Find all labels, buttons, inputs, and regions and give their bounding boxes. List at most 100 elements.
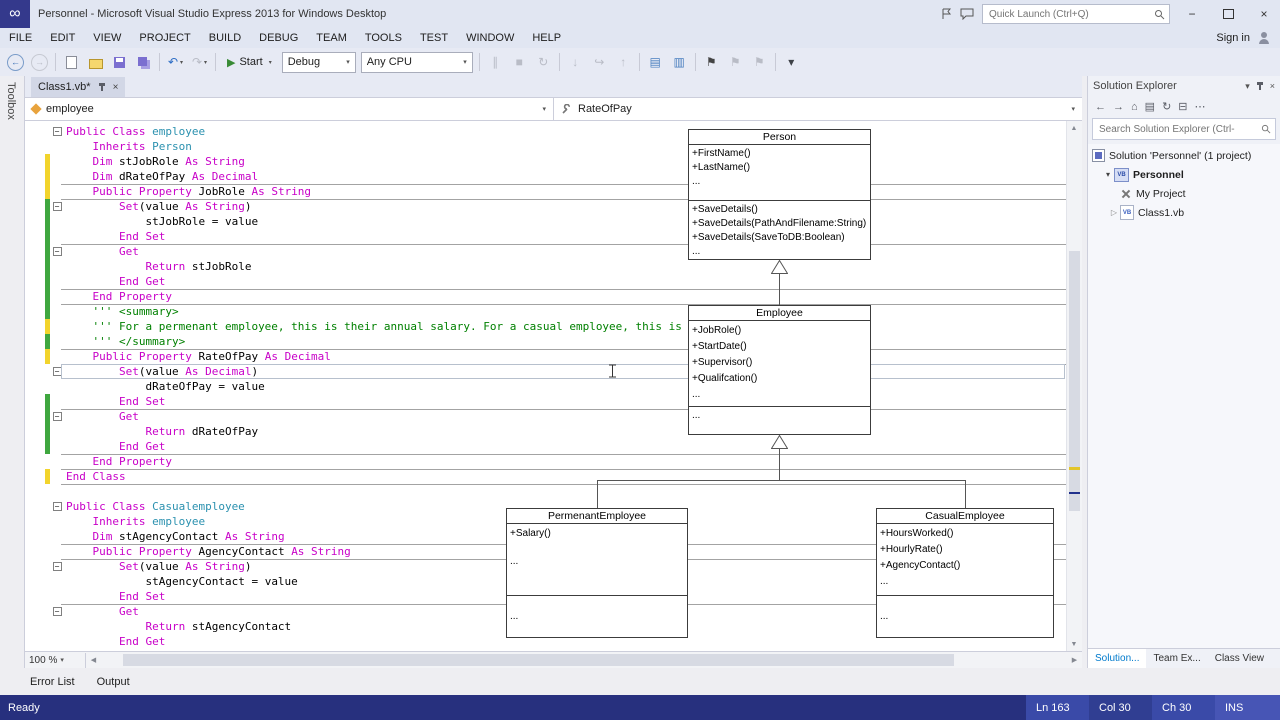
collapse-icon[interactable]: − (52, 367, 62, 376)
fold-margin[interactable] (50, 214, 64, 229)
fold-margin[interactable] (50, 169, 64, 184)
breakpoint-margin[interactable] (25, 124, 45, 139)
menu-tools[interactable]: TOOLS (356, 32, 411, 44)
hscrollbar-thumb[interactable] (123, 654, 954, 666)
vertical-scrollbar[interactable]: ▲ ▼ (1066, 121, 1082, 651)
fold-margin[interactable] (50, 289, 64, 304)
menu-project[interactable]: PROJECT (130, 32, 199, 44)
fold-margin[interactable] (50, 454, 64, 469)
user-account-icon[interactable] (1258, 32, 1270, 44)
fold-margin[interactable] (50, 304, 64, 319)
code-line[interactable]: ''' <summary> (25, 304, 1066, 319)
breakpoint-margin[interactable] (25, 334, 45, 349)
fold-margin[interactable]: − (50, 364, 64, 379)
collapse-icon[interactable]: − (52, 607, 62, 616)
fold-margin[interactable]: − (50, 244, 64, 259)
feedback-icon[interactable] (960, 8, 974, 20)
code-line[interactable]: ''' </summary> (25, 334, 1066, 349)
tree-item-personnel[interactable]: ▾ VB Personnel (1088, 165, 1280, 184)
fold-margin[interactable] (50, 469, 64, 484)
fold-margin[interactable] (50, 439, 64, 454)
nav-back-button[interactable]: ← (4, 51, 27, 73)
code-line[interactable]: Return stAgencyContact (25, 619, 1066, 634)
expanded-icon[interactable]: ▾ (1102, 170, 1114, 179)
notifications-flag-icon[interactable] (940, 8, 952, 20)
breakpoint-margin[interactable] (25, 589, 45, 604)
fold-margin[interactable]: − (50, 499, 64, 514)
code-line[interactable]: Dim stJobRole As String (25, 154, 1066, 169)
horizontal-scrollbar[interactable]: 100 % ▾ ◀ ▶ (25, 651, 1082, 668)
code-line[interactable]: − Set(value As Decimal) (25, 364, 1066, 379)
toolbar-overflow-button[interactable]: ▾ (780, 51, 803, 73)
close-button[interactable]: × (1250, 3, 1278, 25)
code-line[interactable]: − Public Class Casualemployee (25, 499, 1066, 514)
breakpoint-margin[interactable] (25, 259, 45, 274)
pin-icon[interactable] (1255, 81, 1265, 91)
quick-launch-input[interactable] (987, 7, 1154, 21)
breakpoint-margin[interactable] (25, 619, 45, 634)
collapse-icon[interactable]: − (52, 127, 62, 136)
se-scope-icon[interactable]: ▤ (1145, 100, 1155, 113)
bookmark-button[interactable]: ⚑ (700, 51, 723, 73)
sign-in-link[interactable]: Sign in (1216, 32, 1250, 44)
code-line[interactable]: − Public Class employee (25, 124, 1066, 139)
fold-margin[interactable] (50, 619, 64, 634)
code-line[interactable]: End Set (25, 394, 1066, 409)
fold-margin[interactable] (50, 139, 64, 154)
scroll-up-icon[interactable]: ▲ (1067, 121, 1081, 135)
code-line[interactable]: End Property (25, 454, 1066, 469)
breakpoint-margin[interactable] (25, 559, 45, 574)
menu-help[interactable]: HELP (523, 32, 570, 44)
scroll-right-icon[interactable]: ▶ (1067, 656, 1082, 664)
breakpoint-margin[interactable] (25, 244, 45, 259)
fold-margin[interactable] (50, 229, 64, 244)
breakpoint-margin[interactable] (25, 139, 45, 154)
breakpoint-margin[interactable] (25, 469, 45, 484)
new-file-button[interactable] (60, 51, 83, 73)
save-button[interactable] (108, 51, 131, 73)
code-line[interactable]: End Property (25, 649, 1066, 651)
breakpoint-margin[interactable] (25, 349, 45, 364)
hscroll-track[interactable] (101, 652, 1067, 668)
maximize-button[interactable] (1214, 3, 1242, 25)
fold-margin[interactable] (50, 259, 64, 274)
breakpoint-margin[interactable] (25, 634, 45, 649)
breakpoint-margin[interactable] (25, 409, 45, 424)
fold-margin[interactable] (50, 154, 64, 169)
code-line[interactable]: ''' For a permenant employee, this is th… (25, 319, 1066, 334)
breakpoint-margin[interactable] (25, 214, 45, 229)
breakpoint-margin[interactable] (25, 379, 45, 394)
fold-margin[interactable]: − (50, 604, 64, 619)
breakpoint-margin[interactable] (25, 274, 45, 289)
menu-window[interactable]: WINDOW (457, 32, 523, 44)
breakpoint-margin[interactable] (25, 184, 45, 199)
se-tab-0[interactable]: Solution... (1088, 649, 1147, 668)
tab-close-icon[interactable]: × (113, 82, 119, 93)
code-line[interactable]: − Get (25, 409, 1066, 424)
breakpoint-margin[interactable] (25, 604, 45, 619)
menu-build[interactable]: BUILD (200, 32, 250, 44)
code-line[interactable]: End Property (25, 289, 1066, 304)
solution-search-box[interactable] (1092, 118, 1276, 140)
undo-button[interactable]: ↶ ▾ (164, 51, 187, 73)
code-line[interactable]: End Get (25, 634, 1066, 649)
code-line[interactable]: End Get (25, 439, 1066, 454)
code-line[interactable]: Dim stAgencyContact As String (25, 529, 1066, 544)
tab-class1[interactable]: Class1.vb* × (31, 77, 126, 97)
find-in-files-button[interactable]: ▤ (644, 51, 667, 73)
code-line[interactable]: Inherits employee (25, 514, 1066, 529)
scroll-left-icon[interactable]: ◀ (86, 656, 101, 664)
fold-margin[interactable]: − (50, 124, 64, 139)
breakpoint-margin[interactable] (25, 574, 45, 589)
solution-configurations-button[interactable]: ▥ (668, 51, 691, 73)
fold-margin[interactable]: − (50, 199, 64, 214)
fold-margin[interactable] (50, 334, 64, 349)
code-line[interactable]: Public Property AgencyContact As String (25, 544, 1066, 559)
menu-test[interactable]: TEST (411, 32, 457, 44)
code-line[interactable]: End Set (25, 229, 1066, 244)
fold-margin[interactable] (50, 649, 64, 651)
save-all-button[interactable] (132, 51, 155, 73)
fold-margin[interactable] (50, 184, 64, 199)
fold-margin[interactable] (50, 484, 64, 499)
code-line[interactable]: End Class (25, 469, 1066, 484)
